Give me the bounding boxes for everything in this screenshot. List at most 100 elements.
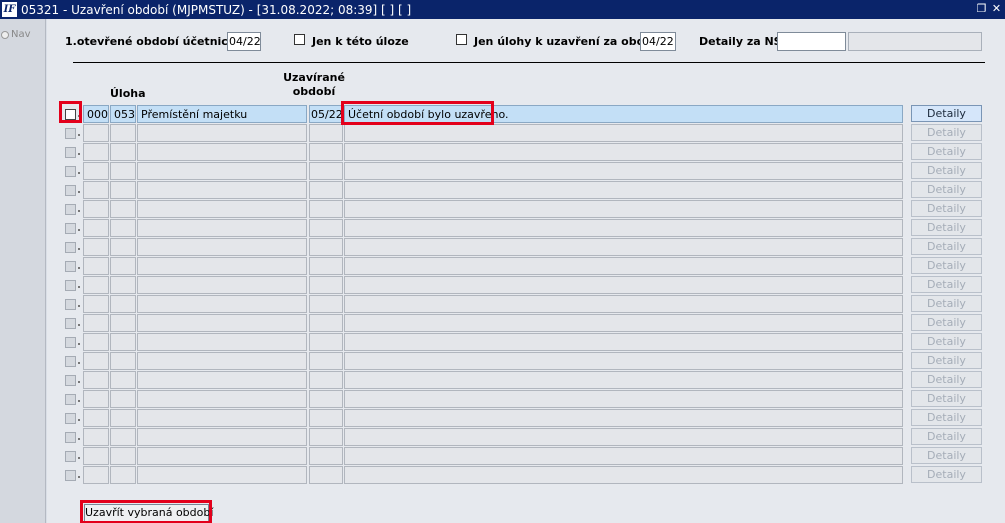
table-row[interactable]: Detaily — [47, 257, 1005, 276]
row-task-name[interactable] — [137, 447, 307, 465]
row-details-button[interactable]: Detaily — [911, 162, 982, 179]
row-period[interactable] — [309, 276, 343, 294]
row-task-name[interactable] — [137, 390, 307, 408]
table-row[interactable]: Detaily — [47, 143, 1005, 162]
row-code2[interactable] — [110, 238, 136, 256]
row-task-name[interactable] — [137, 466, 307, 484]
row-details-button[interactable]: Detaily — [911, 200, 982, 217]
row-code1[interactable] — [83, 219, 109, 237]
row-code1[interactable] — [83, 466, 109, 484]
row-code1[interactable] — [83, 390, 109, 408]
row-code2[interactable] — [110, 257, 136, 275]
row-select-checkbox[interactable] — [65, 394, 76, 405]
row-code2[interactable] — [110, 219, 136, 237]
row-details-button[interactable]: Detaily — [911, 143, 982, 160]
row-code1[interactable] — [83, 352, 109, 370]
table-row[interactable]: Detaily — [47, 162, 1005, 181]
row-period[interactable] — [309, 257, 343, 275]
nav-tab[interactable]: Nav — [1, 29, 31, 40]
only-closing-tasks-checkbox[interactable] — [456, 34, 467, 45]
row-select-checkbox[interactable] — [65, 166, 76, 177]
table-row[interactable]: Detaily — [47, 352, 1005, 371]
table-row[interactable]: Detaily — [47, 295, 1005, 314]
row-details-button[interactable]: Detaily — [911, 219, 982, 236]
row-code1[interactable]: 000 — [83, 105, 109, 123]
row-period[interactable] — [309, 124, 343, 142]
row-select-checkbox[interactable] — [65, 451, 76, 462]
row-details-button[interactable]: Detaily — [911, 276, 982, 293]
row-code2[interactable] — [110, 466, 136, 484]
row-task-name[interactable] — [137, 181, 307, 199]
table-row[interactable]: Detaily — [47, 314, 1005, 333]
row-details-button[interactable]: Detaily — [911, 181, 982, 198]
first-open-period-field[interactable]: 04/22 — [227, 32, 261, 51]
row-select-checkbox[interactable] — [65, 223, 76, 234]
row-code2[interactable] — [110, 333, 136, 351]
table-row[interactable]: Detaily — [47, 409, 1005, 428]
row-code1[interactable] — [83, 181, 109, 199]
row-task-name[interactable] — [137, 428, 307, 446]
row-details-button[interactable]: Detaily — [911, 314, 982, 331]
row-task-name[interactable] — [137, 314, 307, 332]
row-period[interactable] — [309, 390, 343, 408]
row-code2[interactable]: 053 — [110, 105, 136, 123]
row-code2[interactable] — [110, 162, 136, 180]
row-period[interactable] — [309, 143, 343, 161]
row-details-button[interactable]: Detaily — [911, 295, 982, 312]
row-select-checkbox[interactable] — [65, 470, 76, 481]
row-code1[interactable] — [83, 162, 109, 180]
only-this-task-checkbox[interactable] — [294, 34, 305, 45]
row-code1[interactable] — [83, 295, 109, 313]
row-details-button[interactable]: Detaily — [911, 447, 982, 464]
table-row[interactable]: 000 053 Přemístění majetku 05/22 Účetní obdo… — [47, 105, 1005, 124]
row-code2[interactable] — [110, 276, 136, 294]
row-period[interactable] — [309, 200, 343, 218]
restore-window-icon[interactable]: ❐ — [976, 2, 987, 15]
row-code2[interactable] — [110, 314, 136, 332]
row-details-button[interactable]: Detaily — [911, 466, 982, 483]
row-details-button[interactable]: Detaily — [911, 124, 982, 141]
table-row[interactable]: Detaily — [47, 371, 1005, 390]
row-code1[interactable] — [83, 409, 109, 427]
closing-period-field[interactable]: 04/22 — [640, 32, 676, 51]
row-period[interactable] — [309, 333, 343, 351]
row-code2[interactable] — [110, 143, 136, 161]
table-row[interactable]: Detaily — [47, 200, 1005, 219]
row-code1[interactable] — [83, 428, 109, 446]
close-window-icon[interactable]: ✕ — [991, 2, 1002, 15]
row-task-name[interactable] — [137, 124, 307, 142]
row-task-name[interactable] — [137, 276, 307, 294]
row-task-name[interactable] — [137, 162, 307, 180]
row-task-name[interactable]: Přemístění majetku — [137, 105, 307, 123]
row-select-checkbox[interactable] — [65, 318, 76, 329]
row-code1[interactable] — [83, 447, 109, 465]
row-select-checkbox[interactable] — [65, 356, 76, 367]
row-select-checkbox[interactable] — [65, 280, 76, 291]
row-task-name[interactable] — [137, 352, 307, 370]
row-code2[interactable] — [110, 390, 136, 408]
table-row[interactable]: Detaily — [47, 181, 1005, 200]
row-task-name[interactable] — [137, 219, 307, 237]
row-code1[interactable] — [83, 276, 109, 294]
row-code2[interactable] — [110, 124, 136, 142]
row-code2[interactable] — [110, 428, 136, 446]
row-select-checkbox[interactable] — [65, 204, 76, 215]
row-details-button[interactable]: Detaily — [911, 409, 982, 426]
row-period[interactable] — [309, 428, 343, 446]
row-details-button[interactable]: Detaily — [911, 352, 982, 369]
row-period[interactable] — [309, 162, 343, 180]
row-task-name[interactable] — [137, 409, 307, 427]
row-period[interactable] — [309, 409, 343, 427]
row-period[interactable] — [309, 238, 343, 256]
row-select-checkbox[interactable] — [65, 337, 76, 348]
row-code2[interactable] — [110, 352, 136, 370]
table-row[interactable]: Detaily — [47, 447, 1005, 466]
row-select-checkbox[interactable] — [65, 185, 76, 196]
row-code2[interactable] — [110, 181, 136, 199]
table-row[interactable]: Detaily — [47, 219, 1005, 238]
row-details-button[interactable]: Detaily — [911, 428, 982, 445]
row-select-checkbox[interactable] — [65, 299, 76, 310]
row-code1[interactable] — [83, 200, 109, 218]
row-task-name[interactable] — [137, 295, 307, 313]
row-period[interactable] — [309, 352, 343, 370]
